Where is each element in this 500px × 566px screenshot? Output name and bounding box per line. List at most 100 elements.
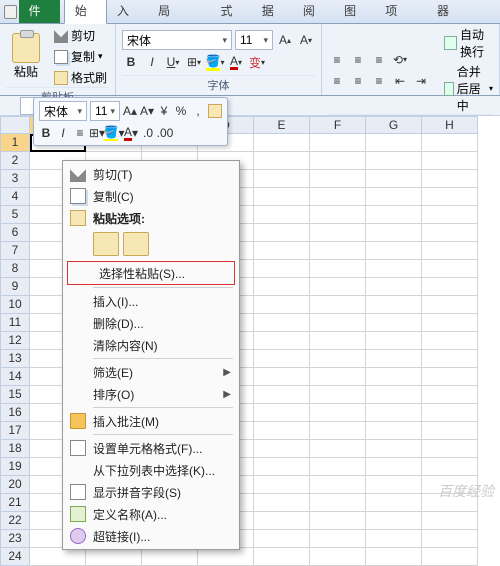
cell[interactable] <box>422 242 478 260</box>
qat-button[interactable] <box>4 5 17 19</box>
mini-align[interactable]: ≡ <box>73 124 87 142</box>
cell[interactable] <box>422 152 478 170</box>
cell[interactable] <box>198 548 254 566</box>
cell[interactable] <box>254 548 310 566</box>
cell[interactable] <box>422 134 478 152</box>
cell[interactable] <box>366 458 422 476</box>
cut-button[interactable]: 剪切 <box>52 26 109 45</box>
indent-inc-button[interactable]: ⇥ <box>412 72 430 90</box>
cell[interactable] <box>254 278 310 296</box>
align-left-button[interactable]: ≡ <box>328 72 346 90</box>
paste-option-2[interactable] <box>123 232 149 256</box>
cell[interactable] <box>366 314 422 332</box>
cell[interactable] <box>254 422 310 440</box>
row-header[interactable]: 23 <box>0 530 30 548</box>
cell[interactable] <box>310 512 366 530</box>
cell[interactable] <box>366 134 422 152</box>
cell[interactable] <box>422 386 478 404</box>
cell[interactable] <box>422 170 478 188</box>
cell[interactable] <box>366 368 422 386</box>
row-header[interactable]: 10 <box>0 296 30 314</box>
ctx-format[interactable]: 设置单元格格式(F)... <box>65 437 237 459</box>
cell[interactable] <box>310 440 366 458</box>
cell[interactable] <box>422 278 478 296</box>
cell[interactable] <box>254 476 310 494</box>
row-header[interactable]: 16 <box>0 404 30 422</box>
mini-fill[interactable]: 🪣▾ <box>107 124 121 142</box>
row-header[interactable]: 18 <box>0 440 30 458</box>
cell[interactable] <box>366 350 422 368</box>
mini-comma[interactable]: , <box>191 102 205 120</box>
cell[interactable] <box>142 548 198 566</box>
cell[interactable] <box>254 458 310 476</box>
row-header[interactable]: 4 <box>0 188 30 206</box>
cell[interactable] <box>254 260 310 278</box>
tab-home[interactable]: 开始 <box>64 0 107 24</box>
cell[interactable] <box>310 260 366 278</box>
cell[interactable] <box>254 224 310 242</box>
ctx-name[interactable]: 定义名称(A)... <box>65 503 237 525</box>
underline-button[interactable]: U▾ <box>164 53 182 71</box>
cell[interactable] <box>254 512 310 530</box>
mini-border[interactable]: ⊞▾ <box>90 124 104 142</box>
cell[interactable] <box>254 206 310 224</box>
row-header[interactable]: 3 <box>0 170 30 188</box>
mini-brush[interactable] <box>208 102 222 120</box>
cell[interactable] <box>366 242 422 260</box>
tab-data[interactable]: 数据 <box>252 0 293 23</box>
tab-insert[interactable]: 插入 <box>107 0 148 23</box>
mini-size-combo[interactable]: 11▾ <box>90 101 120 121</box>
cell[interactable] <box>366 512 422 530</box>
row-header[interactable]: 7 <box>0 242 30 260</box>
ctx-copy[interactable]: 复制(C) <box>65 185 237 207</box>
cell[interactable] <box>254 188 310 206</box>
cell[interactable] <box>254 332 310 350</box>
row-header[interactable]: 19 <box>0 458 30 476</box>
row-header[interactable]: 5 <box>0 206 30 224</box>
cell[interactable] <box>366 422 422 440</box>
grow-font-button[interactable]: A▴ <box>276 31 294 49</box>
cell[interactable] <box>366 440 422 458</box>
ctx-cut[interactable]: 剪切(T) <box>65 163 237 185</box>
mini-italic[interactable]: I <box>56 124 70 142</box>
ctx-sort[interactable]: 排序(O)▶ <box>65 383 237 405</box>
cell[interactable] <box>310 314 366 332</box>
cell[interactable] <box>422 476 478 494</box>
cell[interactable] <box>422 260 478 278</box>
ctx-filter[interactable]: 筛选(E)▶ <box>65 361 237 383</box>
cell[interactable] <box>310 494 366 512</box>
row-header[interactable]: 22 <box>0 512 30 530</box>
row-header[interactable]: 17 <box>0 422 30 440</box>
mini-shrink-font[interactable]: A▾ <box>140 102 154 120</box>
align-middle-button[interactable]: ≡ <box>349 51 367 69</box>
row-header[interactable]: 24 <box>0 548 30 566</box>
mini-currency[interactable]: ¥ <box>157 102 171 120</box>
cell[interactable] <box>366 296 422 314</box>
row-header[interactable]: 8 <box>0 260 30 278</box>
cell[interactable] <box>310 224 366 242</box>
col-header[interactable]: E <box>254 116 310 134</box>
cell[interactable] <box>366 494 422 512</box>
cell[interactable] <box>254 368 310 386</box>
cell[interactable] <box>422 404 478 422</box>
tab-addins[interactable]: 加载项 <box>375 0 427 23</box>
row-header[interactable]: 12 <box>0 332 30 350</box>
row-header[interactable]: 15 <box>0 386 30 404</box>
cell[interactable] <box>366 260 422 278</box>
mini-grow-font[interactable]: A▴ <box>123 102 137 120</box>
wrap-text-button[interactable]: 自动换行 <box>444 26 493 60</box>
cell[interactable] <box>254 530 310 548</box>
tab-foxit[interactable]: 福昕阅读器 <box>427 0 500 23</box>
row-header[interactable]: 2 <box>0 152 30 170</box>
col-header[interactable]: F <box>310 116 366 134</box>
mini-color[interactable]: A▾ <box>124 124 138 142</box>
cell[interactable] <box>422 422 478 440</box>
align-top-button[interactable]: ≡ <box>328 51 346 69</box>
mini-percent[interactable]: % <box>174 102 188 120</box>
cell[interactable] <box>254 134 310 152</box>
cell[interactable] <box>366 152 422 170</box>
cell[interactable] <box>30 548 86 566</box>
merge-center-button[interactable]: 合并后居中▾ <box>444 63 493 114</box>
cell[interactable] <box>422 206 478 224</box>
shrink-font-button[interactable]: A▾ <box>297 31 315 49</box>
